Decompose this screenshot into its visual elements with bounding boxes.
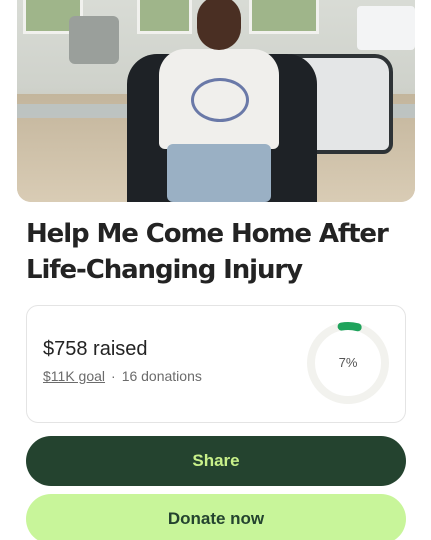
progress-card: $758 raised $11K goal · 16 donations 7% [26, 305, 406, 423]
campaign-title-line2: Life-Changing Injury [26, 255, 303, 285]
amount-raised: $758 raised [43, 338, 148, 360]
shirt-logo [191, 78, 249, 122]
window [137, 0, 192, 34]
goal-link[interactable]: $11K goal [43, 368, 105, 384]
campaign-title-line1: Help Me Come Home After [26, 219, 389, 249]
hospital-bed [357, 6, 415, 50]
campaign-title: Help Me Come Home After Life-Changing In… [26, 216, 411, 288]
chair [69, 16, 119, 64]
progress-ring: 7% [305, 320, 391, 406]
separator-dot: · [111, 368, 116, 384]
campaign-photo [17, 0, 415, 202]
window [249, 0, 319, 34]
goal-meta: $11K goal · 16 donations [43, 368, 202, 384]
person-head [197, 0, 241, 50]
share-button[interactable]: Share [26, 436, 406, 486]
person-legs [167, 144, 271, 202]
progress-percent: 7% [338, 355, 358, 370]
donate-button[interactable]: Donate now [26, 494, 406, 540]
donation-count: 16 donations [121, 368, 202, 384]
